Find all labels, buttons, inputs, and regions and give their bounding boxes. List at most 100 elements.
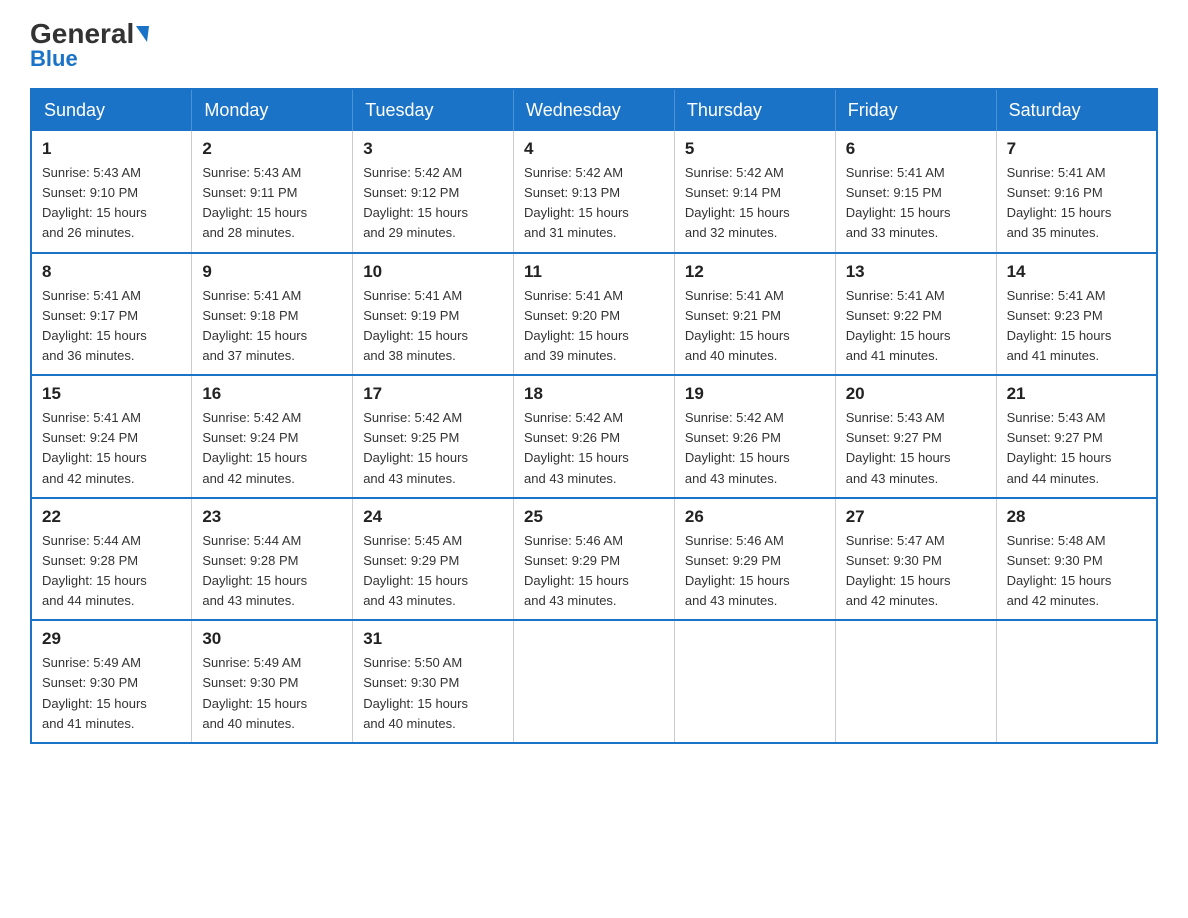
day-number: 6: [846, 139, 986, 159]
day-info: Sunrise: 5:41 AMSunset: 9:20 PMDaylight:…: [524, 288, 629, 363]
day-info: Sunrise: 5:43 AMSunset: 9:10 PMDaylight:…: [42, 165, 147, 240]
calendar-cell: 26 Sunrise: 5:46 AMSunset: 9:29 PMDaylig…: [674, 498, 835, 621]
day-info: Sunrise: 5:41 AMSunset: 9:15 PMDaylight:…: [846, 165, 951, 240]
day-info: Sunrise: 5:42 AMSunset: 9:12 PMDaylight:…: [363, 165, 468, 240]
day-number: 9: [202, 262, 342, 282]
day-info: Sunrise: 5:42 AMSunset: 9:24 PMDaylight:…: [202, 410, 307, 485]
calendar-cell: 27 Sunrise: 5:47 AMSunset: 9:30 PMDaylig…: [835, 498, 996, 621]
calendar-header-monday: Monday: [192, 89, 353, 131]
calendar-cell: 24 Sunrise: 5:45 AMSunset: 9:29 PMDaylig…: [353, 498, 514, 621]
calendar-cell: 9 Sunrise: 5:41 AMSunset: 9:18 PMDayligh…: [192, 253, 353, 376]
day-info: Sunrise: 5:41 AMSunset: 9:23 PMDaylight:…: [1007, 288, 1112, 363]
day-info: Sunrise: 5:48 AMSunset: 9:30 PMDaylight:…: [1007, 533, 1112, 608]
calendar-table: SundayMondayTuesdayWednesdayThursdayFrid…: [30, 88, 1158, 744]
calendar-cell: 2 Sunrise: 5:43 AMSunset: 9:11 PMDayligh…: [192, 131, 353, 253]
day-number: 8: [42, 262, 181, 282]
calendar-cell: 22 Sunrise: 5:44 AMSunset: 9:28 PMDaylig…: [31, 498, 192, 621]
day-info: Sunrise: 5:41 AMSunset: 9:22 PMDaylight:…: [846, 288, 951, 363]
calendar-cell: 20 Sunrise: 5:43 AMSunset: 9:27 PMDaylig…: [835, 375, 996, 498]
day-info: Sunrise: 5:43 AMSunset: 9:27 PMDaylight:…: [846, 410, 951, 485]
calendar-cell: 1 Sunrise: 5:43 AMSunset: 9:10 PMDayligh…: [31, 131, 192, 253]
calendar-header-wednesday: Wednesday: [514, 89, 675, 131]
calendar-cell: [674, 620, 835, 743]
calendar-cell: 19 Sunrise: 5:42 AMSunset: 9:26 PMDaylig…: [674, 375, 835, 498]
calendar-cell: 18 Sunrise: 5:42 AMSunset: 9:26 PMDaylig…: [514, 375, 675, 498]
day-info: Sunrise: 5:41 AMSunset: 9:17 PMDaylight:…: [42, 288, 147, 363]
calendar-week-row: 29 Sunrise: 5:49 AMSunset: 9:30 PMDaylig…: [31, 620, 1157, 743]
calendar-cell: 21 Sunrise: 5:43 AMSunset: 9:27 PMDaylig…: [996, 375, 1157, 498]
calendar-cell: 16 Sunrise: 5:42 AMSunset: 9:24 PMDaylig…: [192, 375, 353, 498]
calendar-header-sunday: Sunday: [31, 89, 192, 131]
day-number: 29: [42, 629, 181, 649]
day-number: 23: [202, 507, 342, 527]
calendar-week-row: 15 Sunrise: 5:41 AMSunset: 9:24 PMDaylig…: [31, 375, 1157, 498]
calendar-cell: 5 Sunrise: 5:42 AMSunset: 9:14 PMDayligh…: [674, 131, 835, 253]
day-number: 4: [524, 139, 664, 159]
day-number: 5: [685, 139, 825, 159]
calendar-cell: 8 Sunrise: 5:41 AMSunset: 9:17 PMDayligh…: [31, 253, 192, 376]
calendar-week-row: 22 Sunrise: 5:44 AMSunset: 9:28 PMDaylig…: [31, 498, 1157, 621]
day-info: Sunrise: 5:44 AMSunset: 9:28 PMDaylight:…: [202, 533, 307, 608]
calendar-cell: 13 Sunrise: 5:41 AMSunset: 9:22 PMDaylig…: [835, 253, 996, 376]
day-info: Sunrise: 5:42 AMSunset: 9:26 PMDaylight:…: [685, 410, 790, 485]
calendar-cell: 6 Sunrise: 5:41 AMSunset: 9:15 PMDayligh…: [835, 131, 996, 253]
day-number: 24: [363, 507, 503, 527]
calendar-header-thursday: Thursday: [674, 89, 835, 131]
calendar-cell: 14 Sunrise: 5:41 AMSunset: 9:23 PMDaylig…: [996, 253, 1157, 376]
day-info: Sunrise: 5:47 AMSunset: 9:30 PMDaylight:…: [846, 533, 951, 608]
day-info: Sunrise: 5:49 AMSunset: 9:30 PMDaylight:…: [42, 655, 147, 730]
calendar-cell: [835, 620, 996, 743]
day-number: 12: [685, 262, 825, 282]
calendar-cell: 7 Sunrise: 5:41 AMSunset: 9:16 PMDayligh…: [996, 131, 1157, 253]
day-info: Sunrise: 5:41 AMSunset: 9:18 PMDaylight:…: [202, 288, 307, 363]
calendar-cell: 4 Sunrise: 5:42 AMSunset: 9:13 PMDayligh…: [514, 131, 675, 253]
day-number: 21: [1007, 384, 1146, 404]
day-number: 14: [1007, 262, 1146, 282]
page-header: General Blue: [30, 20, 1158, 72]
calendar-cell: 10 Sunrise: 5:41 AMSunset: 9:19 PMDaylig…: [353, 253, 514, 376]
day-number: 30: [202, 629, 342, 649]
day-number: 19: [685, 384, 825, 404]
calendar-cell: [514, 620, 675, 743]
logo-blue: Blue: [30, 46, 78, 72]
day-info: Sunrise: 5:45 AMSunset: 9:29 PMDaylight:…: [363, 533, 468, 608]
day-number: 13: [846, 262, 986, 282]
day-number: 10: [363, 262, 503, 282]
day-number: 7: [1007, 139, 1146, 159]
day-number: 2: [202, 139, 342, 159]
day-number: 3: [363, 139, 503, 159]
day-number: 28: [1007, 507, 1146, 527]
day-info: Sunrise: 5:50 AMSunset: 9:30 PMDaylight:…: [363, 655, 468, 730]
logo: General Blue: [30, 20, 149, 72]
calendar-cell: [996, 620, 1157, 743]
calendar-header-tuesday: Tuesday: [353, 89, 514, 131]
calendar-cell: 11 Sunrise: 5:41 AMSunset: 9:20 PMDaylig…: [514, 253, 675, 376]
calendar-week-row: 1 Sunrise: 5:43 AMSunset: 9:10 PMDayligh…: [31, 131, 1157, 253]
day-info: Sunrise: 5:42 AMSunset: 9:26 PMDaylight:…: [524, 410, 629, 485]
calendar-cell: 17 Sunrise: 5:42 AMSunset: 9:25 PMDaylig…: [353, 375, 514, 498]
day-number: 27: [846, 507, 986, 527]
day-number: 16: [202, 384, 342, 404]
calendar-cell: 28 Sunrise: 5:48 AMSunset: 9:30 PMDaylig…: [996, 498, 1157, 621]
calendar-week-row: 8 Sunrise: 5:41 AMSunset: 9:17 PMDayligh…: [31, 253, 1157, 376]
day-info: Sunrise: 5:41 AMSunset: 9:24 PMDaylight:…: [42, 410, 147, 485]
calendar-header-friday: Friday: [835, 89, 996, 131]
day-number: 15: [42, 384, 181, 404]
day-info: Sunrise: 5:41 AMSunset: 9:19 PMDaylight:…: [363, 288, 468, 363]
day-info: Sunrise: 5:46 AMSunset: 9:29 PMDaylight:…: [524, 533, 629, 608]
day-info: Sunrise: 5:42 AMSunset: 9:25 PMDaylight:…: [363, 410, 468, 485]
day-number: 1: [42, 139, 181, 159]
day-info: Sunrise: 5:44 AMSunset: 9:28 PMDaylight:…: [42, 533, 147, 608]
day-info: Sunrise: 5:46 AMSunset: 9:29 PMDaylight:…: [685, 533, 790, 608]
day-number: 22: [42, 507, 181, 527]
day-number: 26: [685, 507, 825, 527]
day-number: 11: [524, 262, 664, 282]
day-info: Sunrise: 5:41 AMSunset: 9:16 PMDaylight:…: [1007, 165, 1112, 240]
calendar-cell: 3 Sunrise: 5:42 AMSunset: 9:12 PMDayligh…: [353, 131, 514, 253]
day-info: Sunrise: 5:42 AMSunset: 9:13 PMDaylight:…: [524, 165, 629, 240]
calendar-cell: 29 Sunrise: 5:49 AMSunset: 9:30 PMDaylig…: [31, 620, 192, 743]
day-info: Sunrise: 5:41 AMSunset: 9:21 PMDaylight:…: [685, 288, 790, 363]
day-number: 31: [363, 629, 503, 649]
calendar-header-saturday: Saturday: [996, 89, 1157, 131]
day-number: 20: [846, 384, 986, 404]
